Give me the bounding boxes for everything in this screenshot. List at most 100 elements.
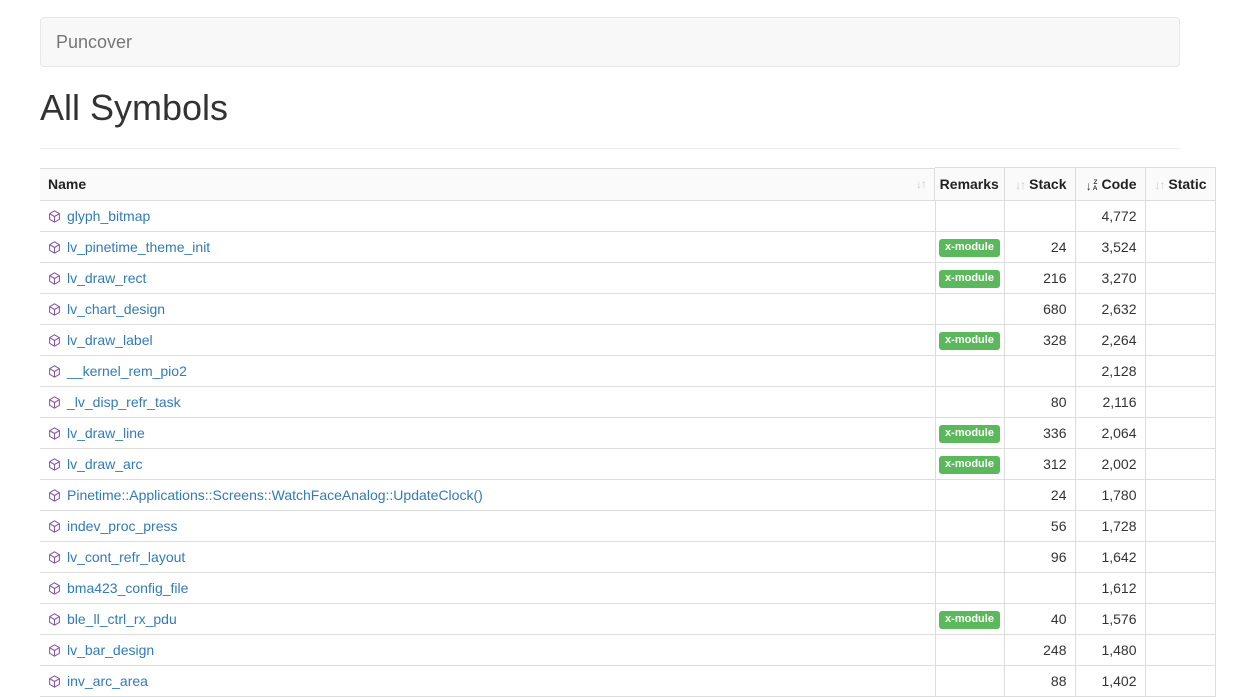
- symbol-link[interactable]: bma423_config_file: [67, 580, 188, 596]
- symbol-name-cell: bma423_config_file: [40, 573, 935, 604]
- table-row: lv_pinetime_theme_init x-module 24 3,524: [40, 232, 1215, 263]
- symbol-link[interactable]: lv_draw_line: [67, 425, 145, 441]
- symbol-link[interactable]: lv_pinetime_theme_init: [67, 239, 210, 255]
- symbol-link[interactable]: lv_cont_refr_layout: [67, 549, 185, 565]
- symbol-name-cell: lv_draw_label: [40, 325, 935, 356]
- cube-icon: [48, 272, 61, 285]
- static-value: [1145, 449, 1215, 480]
- symbol-link[interactable]: inv_arc_area: [67, 673, 148, 689]
- symbol-name-cell: lv_bar_design: [40, 635, 935, 666]
- symbol-link[interactable]: ble_ll_ctrl_rx_pdu: [67, 611, 177, 627]
- remarks-cell: x-module: [935, 232, 1004, 263]
- stack-value: 680: [1004, 294, 1075, 325]
- stack-value: 80: [1004, 387, 1075, 418]
- cube-icon: [48, 551, 61, 564]
- static-value: [1145, 387, 1215, 418]
- code-value: 2,116: [1075, 387, 1145, 418]
- static-value: [1145, 232, 1215, 263]
- cube-icon: [48, 303, 61, 316]
- remarks-cell: [935, 201, 1004, 232]
- static-value: [1145, 480, 1215, 511]
- x-module-badge: x-module: [939, 611, 1000, 629]
- brand-link[interactable]: Puncover: [56, 32, 132, 53]
- stack-value: 56: [1004, 511, 1075, 542]
- symbol-link[interactable]: __kernel_rem_pio2: [67, 363, 187, 379]
- symbol-name-cell: lv_chart_design: [40, 294, 935, 325]
- symbol-link[interactable]: lv_chart_design: [67, 301, 165, 317]
- symbol-name-cell: lv_pinetime_theme_init: [40, 232, 935, 263]
- code-value: 1,642: [1075, 542, 1145, 573]
- remarks-cell: [935, 387, 1004, 418]
- sort-icon-static: ↓↑: [1154, 178, 1164, 192]
- column-header-code[interactable]: ↓ZACode: [1075, 168, 1145, 201]
- x-module-badge: x-module: [939, 239, 1000, 257]
- table-row: lv_chart_design 680 2,632: [40, 294, 1215, 325]
- column-label-remarks: Remarks: [940, 176, 999, 192]
- symbols-table: Name ↓↑ Remarks ↓↑ Stack ↓ZACode: [40, 167, 1216, 697]
- column-label-static: Static: [1168, 176, 1206, 192]
- static-value: [1145, 294, 1215, 325]
- symbol-link[interactable]: lv_bar_design: [67, 642, 154, 658]
- symbol-link[interactable]: lv_draw_label: [67, 332, 153, 348]
- code-value: 1,612: [1075, 573, 1145, 604]
- symbol-name-cell: __kernel_rem_pio2: [40, 356, 935, 387]
- symbol-link[interactable]: glyph_bitmap: [67, 208, 150, 224]
- remarks-cell: x-module: [935, 263, 1004, 294]
- sort-icon-stack: ↓↑: [1015, 178, 1025, 192]
- remarks-cell: x-module: [935, 325, 1004, 356]
- code-value: 2,632: [1075, 294, 1145, 325]
- stack-value: 328: [1004, 325, 1075, 356]
- stack-value: 336: [1004, 418, 1075, 449]
- symbol-link[interactable]: _lv_disp_refr_task: [67, 394, 181, 410]
- remarks-cell: x-module: [935, 418, 1004, 449]
- static-value: [1145, 263, 1215, 294]
- static-value: [1145, 511, 1215, 542]
- table-row: indev_proc_press 56 1,728: [40, 511, 1215, 542]
- symbol-name-cell: glyph_bitmap: [40, 201, 935, 232]
- remarks-cell: [935, 635, 1004, 666]
- stack-value: 96: [1004, 542, 1075, 573]
- code-value: 2,002: [1075, 449, 1145, 480]
- table-row: lv_draw_label x-module 328 2,264: [40, 325, 1215, 356]
- remarks-cell: [935, 511, 1004, 542]
- remarks-cell: x-module: [935, 449, 1004, 480]
- remarks-cell: [935, 356, 1004, 387]
- symbol-link[interactable]: indev_proc_press: [67, 518, 178, 534]
- column-header-name[interactable]: Name ↓↑: [40, 168, 935, 201]
- code-value: 2,128: [1075, 356, 1145, 387]
- cube-icon: [48, 520, 61, 533]
- column-header-static[interactable]: ↓↑ Static: [1145, 168, 1215, 201]
- symbol-link[interactable]: lv_draw_rect: [67, 270, 146, 286]
- remarks-cell: [935, 294, 1004, 325]
- code-value: 4,772: [1075, 201, 1145, 232]
- column-header-stack[interactable]: ↓↑ Stack: [1004, 168, 1075, 201]
- symbol-link[interactable]: lv_draw_arc: [67, 456, 142, 472]
- stack-value: [1004, 201, 1075, 232]
- table-header-row: Name ↓↑ Remarks ↓↑ Stack ↓ZACode: [40, 168, 1215, 201]
- symbol-link[interactable]: Pinetime::Applications::Screens::WatchFa…: [67, 487, 483, 503]
- column-label-stack: Stack: [1029, 176, 1066, 192]
- symbols-table-body: glyph_bitmap 4,772 lv_pinetime_theme_ini…: [40, 201, 1215, 697]
- navbar: Puncover: [40, 17, 1180, 67]
- cube-icon: [48, 675, 61, 688]
- stack-value: 312: [1004, 449, 1075, 480]
- symbol-name-cell: Pinetime::Applications::Screens::WatchFa…: [40, 480, 935, 511]
- table-row: __kernel_rem_pio2 2,128: [40, 356, 1215, 387]
- symbol-name-cell: lv_draw_arc: [40, 449, 935, 480]
- sort-desc-icon-code: ↓ZA: [1086, 179, 1098, 193]
- stack-value: 24: [1004, 480, 1075, 511]
- cube-icon: [48, 489, 61, 502]
- stack-value: 24: [1004, 232, 1075, 263]
- table-row: Pinetime::Applications::Screens::WatchFa…: [40, 480, 1215, 511]
- code-value: 2,064: [1075, 418, 1145, 449]
- page-title: All Symbols: [40, 88, 1180, 149]
- remarks-cell: [935, 666, 1004, 697]
- column-header-remarks[interactable]: Remarks: [935, 168, 1004, 201]
- cube-icon: [48, 427, 61, 440]
- table-row: lv_cont_refr_layout 96 1,642: [40, 542, 1215, 573]
- code-value: 1,576: [1075, 604, 1145, 635]
- remarks-cell: [935, 480, 1004, 511]
- remarks-cell: [935, 542, 1004, 573]
- symbol-name-cell: lv_draw_line: [40, 418, 935, 449]
- cube-icon: [48, 396, 61, 409]
